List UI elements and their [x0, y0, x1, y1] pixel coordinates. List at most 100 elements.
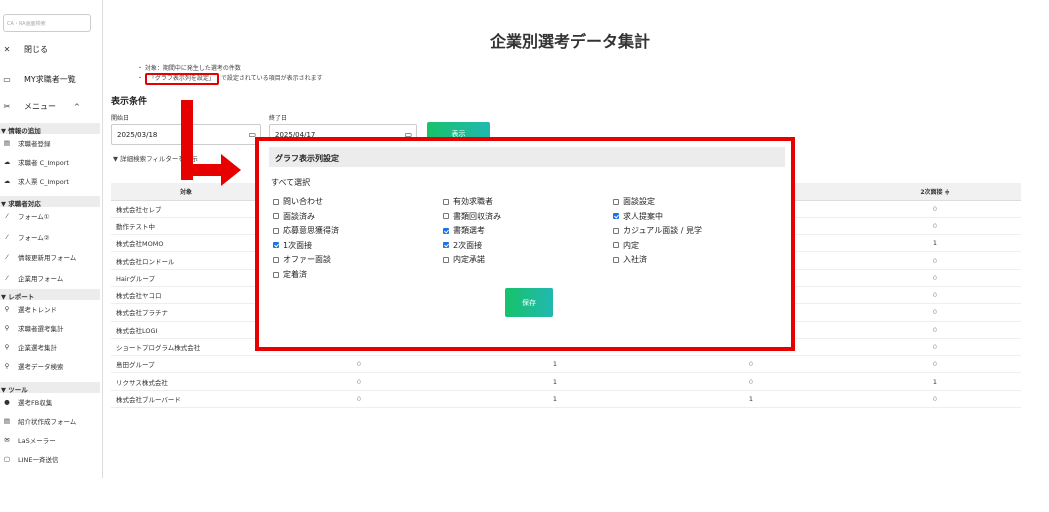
sidebar-item[interactable]: ☁ 求人票 C_Import: [2, 176, 69, 186]
sidebar-section-title[interactable]: ▼ ツール: [0, 382, 100, 394]
sidebar-item[interactable]: ⚲ 選考トレンド: [2, 304, 57, 314]
column-option-label: 書類回収済み: [453, 211, 501, 221]
company-name-cell: 島田グループ: [111, 355, 261, 374]
sidebar: CA・RA画面検索 ✕ 閉じる ▭ MY求職者一覧 ✂ メニュー ^ ▼ 情報の追加 ▤ 求職者…: [0, 0, 103, 478]
modal-title: グラフ表示列設定: [269, 147, 785, 167]
company-name-cell: リクサス株式会社: [111, 372, 261, 391]
checkbox[interactable]: [273, 227, 279, 234]
checkbox[interactable]: [613, 242, 619, 249]
column-option-label: 2次面接: [453, 240, 483, 250]
checkbox[interactable]: [273, 242, 279, 249]
sidebar-item-label: フォーム①: [18, 213, 50, 221]
search-icon: ⚲: [4, 305, 10, 313]
sidebar-item[interactable]: ▢ LINE一斉送信: [2, 454, 59, 464]
sidebar-item[interactable]: ⁄ 企業用フォーム: [2, 273, 63, 283]
checkbox[interactable]: [443, 256, 449, 263]
company-name-cell: 動作テスト中: [111, 217, 261, 236]
sidebar-item[interactable]: ⚲ 選考データ検索: [2, 361, 64, 371]
column-option[interactable]: 書類選考: [443, 225, 485, 236]
graph-column-settings-modal: グラフ表示列設定 すべて選択 問い合わせ 有効求職者 面談設定面談済み 書類回収済み 求…: [255, 137, 795, 351]
sidebar-section-title[interactable]: ▼ レポート: [0, 289, 100, 301]
sidebar-item-label: 紹介状作成フォーム: [18, 418, 77, 426]
column-option[interactable]: 求人提案中: [613, 211, 663, 222]
monitor-icon: ▭: [3, 75, 11, 84]
save-button[interactable]: 保存: [505, 288, 553, 317]
checkbox[interactable]: [273, 213, 279, 220]
sidebar-main-label: MY求職者一覧: [24, 75, 76, 84]
column-option[interactable]: 2次面接: [443, 240, 482, 251]
company-name-cell: 株式会社プラチナ: [111, 303, 261, 322]
checkbox[interactable]: [273, 271, 279, 278]
conditions-title: 表示条件: [111, 97, 148, 107]
checkbox[interactable]: [273, 256, 279, 263]
column-option[interactable]: 1次面接: [273, 240, 312, 251]
sidebar-main-item[interactable]: ✕ 閉じる: [0, 44, 103, 55]
column-option[interactable]: 面談済み: [273, 211, 315, 222]
checkbox[interactable]: [613, 256, 619, 263]
checkbox[interactable]: [273, 198, 279, 205]
sidebar-item-label: 求職者登録: [18, 140, 51, 148]
column-option[interactable]: オファー面談: [273, 254, 331, 265]
annotation-arrow-horizontal: [181, 164, 221, 176]
sidebar-item[interactable]: ▤ 求職者登録: [2, 138, 51, 148]
chevron-up-icon[interactable]: ^: [74, 103, 80, 111]
sidebar-item-label: 企業選考集計: [18, 344, 57, 352]
sidebar-item[interactable]: ● 選考FB収集: [2, 397, 52, 407]
checkbox[interactable]: [443, 227, 449, 234]
column-option[interactable]: 入社済: [613, 254, 647, 265]
count-cell: 0: [849, 269, 1021, 287]
sidebar-search-input[interactable]: CA・RA画面検索: [3, 14, 91, 32]
sidebar-main-item[interactable]: ✂ メニュー ^: [0, 101, 103, 112]
sidebar-item[interactable]: ⁄ フォーム②: [2, 232, 50, 242]
sidebar-item[interactable]: ✉ LaSメーラー: [2, 435, 55, 445]
card-icon: ▤: [3, 139, 11, 147]
column-option[interactable]: 有効求職者: [443, 196, 493, 207]
column-option[interactable]: 応募意思獲得済: [273, 225, 339, 236]
column-option-label: カジュアル面談 / 見学: [623, 226, 702, 236]
count-cell: 0: [849, 390, 1021, 409]
col-header-second-interview[interactable]: 2次面接 ≑: [849, 183, 1021, 201]
count-cell: 1: [457, 355, 653, 374]
column-option[interactable]: 定着済: [273, 269, 307, 280]
count-cell: 0: [653, 355, 849, 374]
graph-setting-highlight: 「グラフ表示列を設定」: [144, 73, 219, 85]
column-option-label: 1次面接: [283, 240, 313, 250]
sidebar-item[interactable]: ☁ 求職者 C_Import: [2, 157, 69, 167]
sidebar-item[interactable]: ⚲ 求職者選考集計: [2, 323, 64, 333]
cloud-upload-icon: ☁: [3, 158, 11, 166]
column-option[interactable]: カジュアル面談 / 見学: [613, 225, 702, 236]
wand-icon: ⁄: [6, 273, 8, 282]
sidebar-item[interactable]: ▤ 紹介状作成フォーム: [2, 416, 76, 426]
company-name-cell: 株式会社セレブ: [111, 200, 261, 218]
sidebar-item[interactable]: ⚲ 企業選考集計: [2, 342, 57, 352]
sidebar-item-label: フォーム②: [18, 233, 50, 242]
sidebar-main-item[interactable]: ▭ MY求職者一覧: [0, 74, 103, 85]
sidebar-section-title[interactable]: ▼ 情報の追加: [0, 123, 100, 135]
start-date-value: 2025/03/18: [117, 131, 158, 139]
sidebar-section-title[interactable]: ▼ 求職者対応: [0, 196, 100, 208]
checkbox[interactable]: [443, 242, 449, 249]
checkbox[interactable]: [443, 213, 449, 220]
note-graph-setting: ・ 「グラフ表示列を設定」 で設定されている項目が表示されます: [137, 73, 323, 85]
sidebar-main-label: メニュー: [24, 102, 56, 111]
checkbox[interactable]: [613, 227, 619, 234]
sidebar-item[interactable]: ⁄ フォーム①: [2, 211, 50, 221]
select-all-link[interactable]: すべて選択: [271, 177, 310, 188]
count-cell: 1: [849, 234, 1021, 253]
column-option-label: 定着済: [283, 270, 307, 279]
column-option[interactable]: 書類回収済み: [443, 211, 501, 222]
sidebar-item-label: 企業用フォーム: [18, 274, 64, 283]
company-name-cell: 株式会社MOMO: [111, 234, 261, 253]
column-option-label: 応募意思獲得済: [283, 226, 339, 236]
sidebar-item[interactable]: ⁄ 情報更新用フォーム: [2, 252, 76, 262]
checkbox[interactable]: [613, 213, 619, 220]
column-option[interactable]: 内定: [613, 240, 639, 251]
checkbox[interactable]: [613, 198, 619, 205]
sidebar-item-label: 求職者選考集計: [18, 325, 64, 333]
column-option[interactable]: 問い合わせ: [273, 196, 323, 207]
checkbox[interactable]: [443, 198, 449, 205]
search-icon: ⚲: [4, 362, 10, 370]
column-option-label: 有効求職者: [453, 197, 493, 206]
column-option[interactable]: 面談設定: [613, 196, 655, 207]
column-option[interactable]: 内定承諾: [443, 254, 485, 265]
